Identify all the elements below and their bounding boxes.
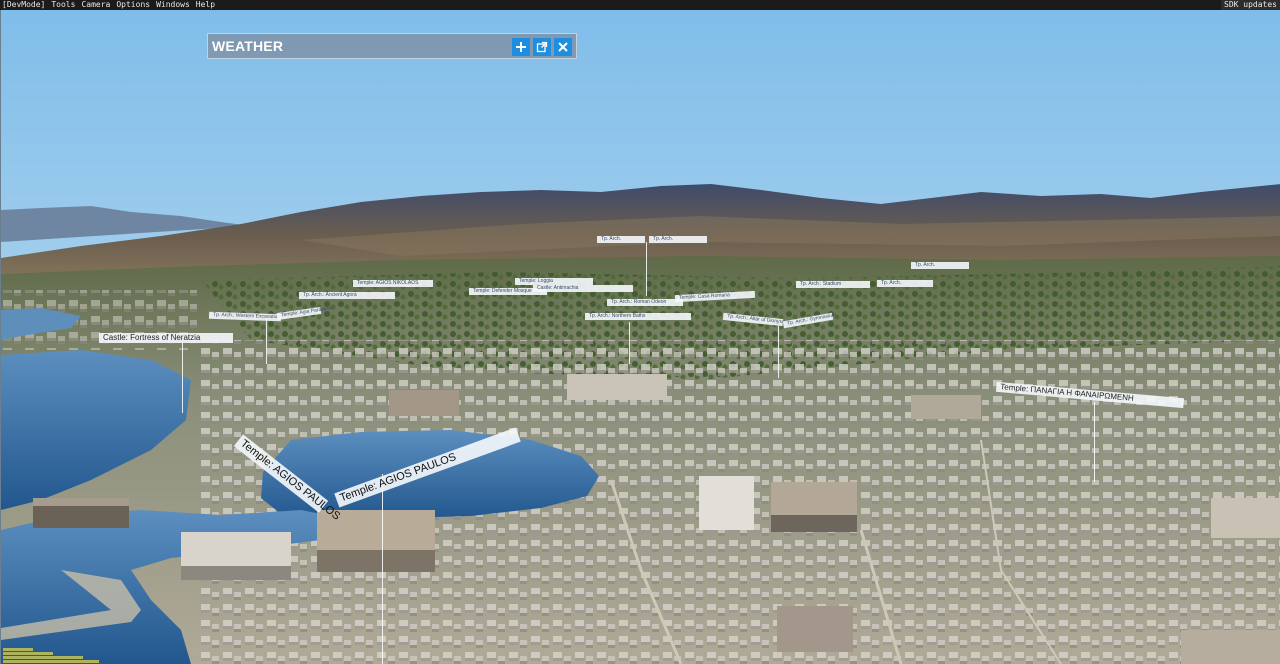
label-pole <box>182 343 183 413</box>
poi-label[interactable]: Castle: Antimachia <box>533 285 633 292</box>
poi-label[interactable]: Tp. Arch. <box>911 262 969 269</box>
label-pole <box>646 242 647 296</box>
close-button[interactable] <box>554 38 572 56</box>
poi-label[interactable]: Tp. Arch.: Ancient Agora <box>299 292 395 299</box>
poi-label-castle-neratzia[interactable]: Castle: Fortress of Neratzia <box>99 333 233 343</box>
weather-panel[interactable]: WEATHER <box>207 33 577 59</box>
popout-button[interactable] <box>533 38 551 56</box>
flight-sim-viewport[interactable]: Temple: AGIOS PAULOS Temple: AGIOS PAULO… <box>0 10 1280 664</box>
debug-overlay <box>3 648 99 663</box>
poi-label[interactable]: Temple: Loggia <box>515 278 593 285</box>
menu-windows[interactable]: Windows <box>153 0 193 10</box>
menu-camera[interactable]: Camera <box>78 0 113 10</box>
dev-menubar: [DevMode] Tools Camera Options Windows H… <box>0 0 1280 10</box>
label-pole <box>382 474 383 664</box>
poi-label[interactable]: Tp. Arch.: Northern Baths <box>585 313 691 320</box>
label-pole <box>629 322 630 364</box>
weather-panel-controls <box>512 38 572 56</box>
add-icon <box>516 42 526 52</box>
poi-label[interactable]: Tp. Arch. <box>649 236 707 243</box>
label-pole <box>266 318 267 364</box>
menu-help[interactable]: Help <box>193 0 218 10</box>
poi-label[interactable]: Tp. Arch. <box>877 280 933 287</box>
label-pole <box>778 326 779 378</box>
popout-icon <box>536 41 548 53</box>
poi-label[interactable]: Tp. Arch. <box>597 236 645 243</box>
close-icon <box>558 42 568 52</box>
poi-label[interactable]: Temple: AGIOS NIKOLAOS <box>353 280 433 287</box>
menu-devmode[interactable]: [DevMode] <box>0 0 48 10</box>
menu-tools[interactable]: Tools <box>48 0 78 10</box>
poi-label[interactable]: Tp. Arch.: Stadium <box>796 281 870 288</box>
weather-panel-title: WEATHER <box>212 38 284 54</box>
poi-label[interactable]: Tp. Arch.: Roman Odeon <box>607 299 683 306</box>
label-pole <box>1094 402 1095 482</box>
sdk-updates-button[interactable]: SDK updates <box>1221 0 1280 10</box>
add-button[interactable] <box>512 38 530 56</box>
menu-options[interactable]: Options <box>113 0 153 10</box>
